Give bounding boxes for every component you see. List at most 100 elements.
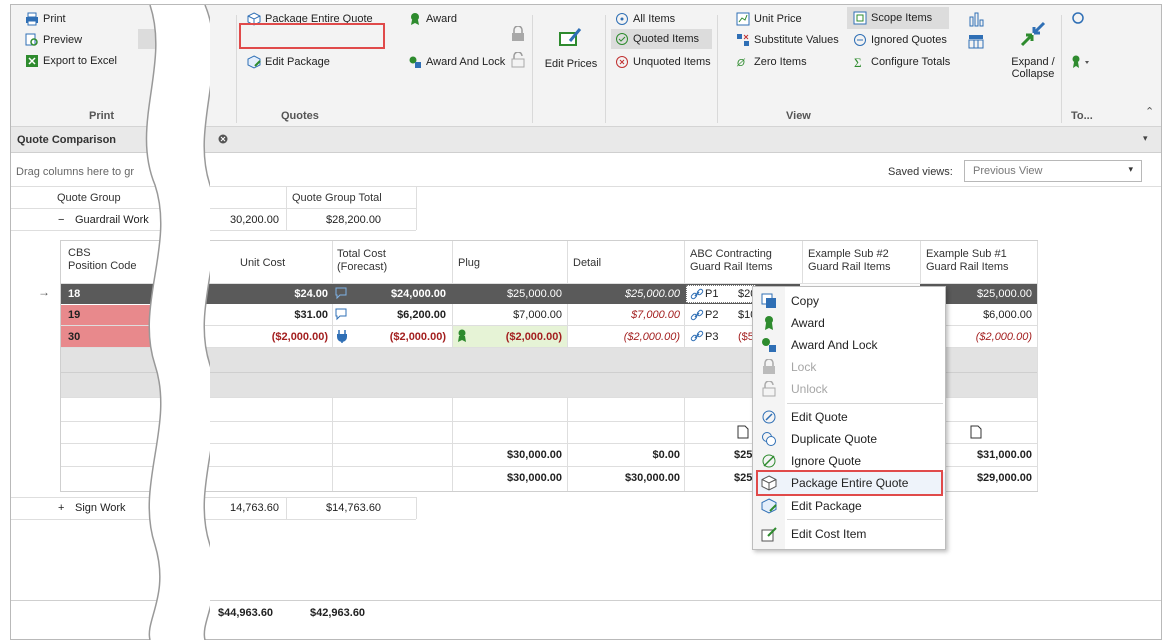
- svg-text:Σ: Σ: [854, 55, 862, 69]
- menu-item-ignore-quote[interactable]: Ignore Quote: [753, 450, 945, 472]
- unquoted-items-button[interactable]: Unquoted Items: [615, 52, 711, 72]
- edit-package-label: Edit Package: [265, 56, 330, 68]
- menu-label-duplicate-quote: Duplicate Quote: [791, 432, 878, 446]
- abc-subheader: Guard Rail Items: [690, 261, 773, 273]
- expand-group-button[interactable]: +: [58, 502, 64, 514]
- ignored-quotes-button[interactable]: Ignored Quotes: [853, 30, 947, 50]
- quotes-group-title: Quotes: [281, 110, 319, 122]
- unit-price-button[interactable]: Unit Price: [736, 9, 802, 29]
- zero-items-label: Zero Items: [754, 56, 807, 68]
- total-cost-header[interactable]: Total Cost: [337, 248, 386, 260]
- close-panel-icon[interactable]: [217, 133, 229, 148]
- panel-menu-icon[interactable]: ▾: [1143, 133, 1148, 144]
- edit-package-button[interactable]: Edit Package: [247, 52, 330, 72]
- print-button[interactable]: Print: [25, 9, 66, 29]
- export-excel-button[interactable]: Export to Excel: [25, 51, 117, 71]
- link-icon[interactable]: [690, 287, 704, 304]
- cbs-header[interactable]: CBS: [68, 247, 91, 259]
- substitute-icon: [736, 33, 750, 47]
- menu-label-copy: Copy: [791, 294, 820, 308]
- award-icon: [408, 12, 422, 26]
- edit-quote-icon: [757, 409, 781, 425]
- configure-totals-button[interactable]: Σ Configure Totals: [853, 52, 950, 72]
- x-chat-icon: [615, 55, 629, 69]
- view-group-title: View: [786, 110, 811, 122]
- preview-button[interactable]: Preview: [25, 30, 82, 50]
- menu-label-edit-cost-item: Edit Cost Item: [791, 527, 867, 541]
- example-sub2-header[interactable]: Example Sub #2: [808, 248, 889, 260]
- plug-total-cell: $30,000.00: [506, 449, 562, 461]
- comment-icon[interactable]: [334, 307, 348, 324]
- substitute-values-button[interactable]: Substitute Values: [736, 30, 839, 50]
- menu-item-award-and-lock[interactable]: Award And Lock: [753, 334, 945, 356]
- menu-label-edit-quote: Edit Quote: [791, 410, 848, 424]
- expand-collapse-icon: [1018, 19, 1048, 52]
- menu-item-edit-quote[interactable]: Edit Quote: [753, 406, 945, 428]
- unlock-icon[interactable]: [511, 51, 525, 71]
- substitute-values-label: Substitute Values: [754, 34, 839, 46]
- menu-item-edit-cost-item[interactable]: Edit Cost Item: [753, 523, 945, 545]
- position-code-header[interactable]: Position Code: [68, 260, 137, 272]
- quoted-items-button[interactable]: Quoted Items: [611, 29, 712, 49]
- detail-total-cell: $0.00: [652, 449, 680, 461]
- chat-icon: [615, 12, 629, 26]
- zero-items-button[interactable]: Ø Zero Items: [736, 52, 807, 72]
- link-icon[interactable]: [690, 308, 704, 325]
- collapse-ribbon-icon[interactable]: ⌃: [1145, 105, 1154, 118]
- award-icon: [457, 329, 467, 346]
- abc-header[interactable]: ABC Contracting: [690, 248, 772, 260]
- document-icon[interactable]: [970, 425, 982, 442]
- menu-item-unlock[interactable]: Unlock: [753, 378, 945, 400]
- excel-icon: [25, 54, 39, 68]
- edit-package-icon: [757, 498, 781, 514]
- ignored-quotes-label: Ignored Quotes: [871, 34, 947, 46]
- menu-label-award-and-lock: Award And Lock: [791, 338, 878, 352]
- expand-collapse-button[interactable]: Expand / Collapse: [1004, 19, 1062, 80]
- detail-cell: $25,000.00: [624, 288, 680, 300]
- all-items-button[interactable]: All Items: [615, 9, 675, 29]
- scope-items-button[interactable]: Scope Items: [847, 7, 949, 29]
- quoted-items-label: Quoted Items: [633, 33, 700, 45]
- link-icon[interactable]: [690, 329, 704, 346]
- quote-group-total-header[interactable]: Quote Group Total: [292, 192, 382, 204]
- menu-item-award[interactable]: Award: [753, 312, 945, 334]
- position-code-cell: 18: [68, 288, 81, 300]
- detail-header[interactable]: Detail: [573, 257, 601, 269]
- menu-item-lock[interactable]: Lock: [753, 356, 945, 378]
- group-total-sign-2: $14,763.60: [326, 502, 382, 514]
- plug-header[interactable]: Plug: [458, 257, 480, 269]
- award-dropdown-icon[interactable]: [1071, 55, 1093, 72]
- menu-item-copy[interactable]: Copy: [753, 290, 945, 312]
- collapse-group-button[interactable]: −: [58, 214, 64, 226]
- menu-label-unlock: Unlock: [791, 382, 828, 396]
- document-icon[interactable]: [737, 425, 749, 442]
- saved-views-dropdown[interactable]: Previous View ▾: [964, 160, 1142, 182]
- row-indicator-arrow: →: [38, 285, 50, 299]
- comment-icon[interactable]: [334, 286, 348, 303]
- example-sub1-header[interactable]: Example Sub #1: [926, 248, 1007, 260]
- plug-cell: $25,000.00: [506, 288, 562, 300]
- edit-prices-button[interactable]: Edit Prices: [544, 11, 598, 101]
- award-button[interactable]: Award: [408, 9, 457, 29]
- position-code-cell: 19: [68, 309, 81, 321]
- plug-total-cell: $30,000.00: [506, 472, 562, 484]
- chart-icon[interactable]: [968, 11, 984, 30]
- print-label: Print: [43, 13, 66, 25]
- menu-item-duplicate-quote[interactable]: Duplicate Quote: [753, 428, 945, 450]
- group-name-sign: Sign Work: [75, 502, 126, 514]
- refresh-icon[interactable]: [1071, 11, 1085, 28]
- ignored-icon: [853, 33, 867, 47]
- lock-icon[interactable]: [511, 25, 525, 45]
- menu-item-edit-package[interactable]: Edit Package: [753, 495, 945, 517]
- award-and-lock-button[interactable]: Award And Lock: [408, 52, 505, 72]
- award-lock-icon: [408, 55, 422, 69]
- plug-cell: $7,000.00: [513, 309, 562, 321]
- menu-label-ignore-quote: Ignore Quote: [791, 454, 862, 468]
- unit-cost-header[interactable]: Unit Cost: [240, 257, 285, 269]
- quote-group-header[interactable]: Quote Group: [57, 192, 121, 204]
- sigma-icon: Σ: [853, 55, 867, 69]
- columns-icon[interactable]: [968, 33, 984, 52]
- saved-views-label: Saved views:: [888, 166, 953, 178]
- check-chat-icon: [615, 32, 629, 46]
- plug-cell: ($2,000.00): [505, 330, 562, 343]
